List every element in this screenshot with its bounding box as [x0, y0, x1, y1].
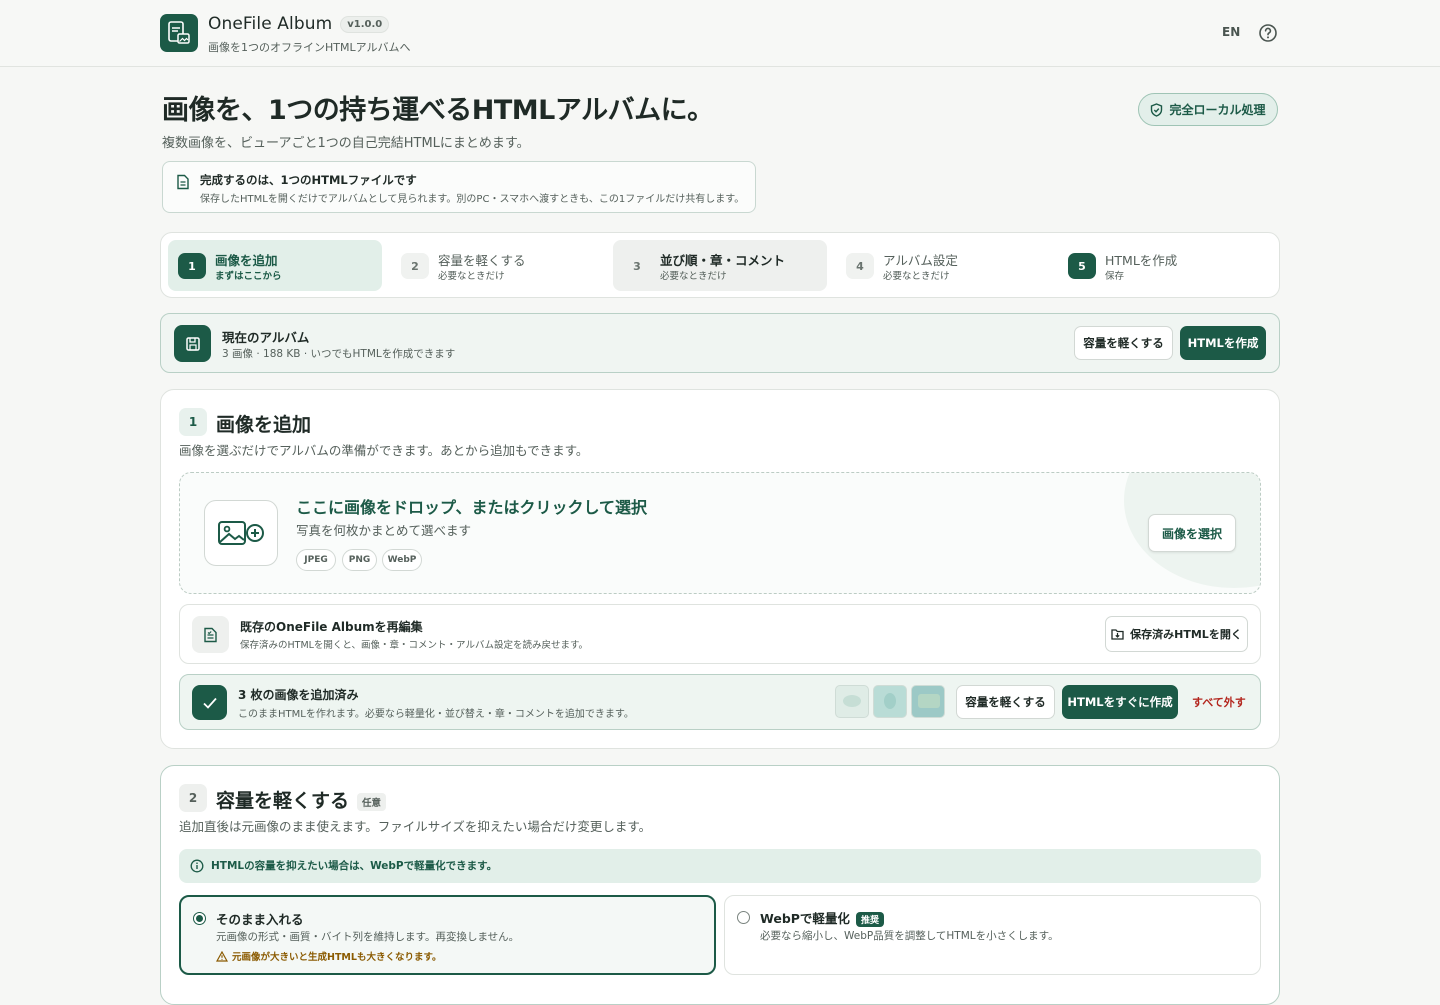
step-4-album-settings[interactable]: 4 アルバム設定 必要なときだけ: [836, 240, 1050, 291]
step-title: HTMLを作成: [1105, 253, 1178, 268]
current-album-bar: 現在のアルバム 3 画像 · 188 KB · いつでもHTMLを作成できます …: [160, 313, 1280, 373]
step-subtitle: まずはここから: [215, 271, 282, 282]
option-keep-original[interactable]: そのまま入れる 元画像の形式・画質・バイト列を維持します。再変換しません。 元画…: [179, 895, 716, 975]
step-1-add-images[interactable]: 1 画像を追加 まずはここから: [168, 240, 382, 291]
version-badge: v1.0.0: [340, 15, 390, 33]
page-subtitle: 複数画像を、ビューアごと1つの自己完結HTMLにまとめます。: [162, 136, 530, 151]
section-title: 画像を追加: [216, 414, 312, 436]
reedit-title: 既存のOneFile Albumを再編集: [240, 620, 423, 634]
step-5-create-html[interactable]: 5 HTMLを作成 保存: [1058, 240, 1272, 291]
local-processing-badge: 完全ローカル処理: [1138, 93, 1278, 126]
image-thumbnail[interactable]: [835, 685, 869, 718]
section-number: 2: [179, 784, 207, 812]
step-title: 容量を軽くする: [438, 253, 526, 268]
step-title: 並び順・章・コメント: [660, 253, 786, 268]
webp-info-banner: HTMLの容量を抑えたい場合は、WebPで軽量化できます。: [179, 849, 1261, 883]
option-title-row: WebPで軽量化 推奨: [760, 908, 884, 927]
section-subtitle: 追加直後は元画像のまま使えます。ファイルサイズを抑えたい場合だけ変更します。: [179, 819, 652, 834]
image-thumbnail[interactable]: [873, 685, 907, 718]
section-reduce-size: 2 容量を軽くする 任意 追加直後は元画像のまま使えます。ファイルサイズを抑えたい…: [160, 765, 1280, 1005]
webp-radio[interactable]: [737, 911, 750, 924]
warning-text: 元画像が大きいと生成HTMLも大きくなります。: [232, 952, 442, 963]
step-subtitle: 保存: [1105, 271, 1125, 282]
brand[interactable]: OneFile Album v1.0.0 画像を1つのオフラインHTMLアルバム…: [160, 14, 411, 55]
step-number: 1: [178, 253, 206, 279]
step-title: 画像を追加: [215, 253, 278, 268]
option-title: そのまま入れる: [216, 912, 304, 927]
section-title-row: 容量を軽くする 任意: [216, 786, 387, 813]
image-drop-zone[interactable]: ここに画像をドロップ、またはクリックして選択 写真を何枚かまとめて選べます JP…: [179, 472, 1261, 594]
step-number: 4: [846, 253, 874, 279]
shield-check-icon: [1151, 102, 1163, 117]
section-title: 容量を軽くする: [216, 790, 350, 812]
optional-badge: 任意: [357, 792, 387, 811]
format-chip-webp: WebP: [382, 549, 422, 571]
image-thumbnail[interactable]: [911, 685, 945, 718]
open-saved-html-button[interactable]: 保存済みHTMLを開く: [1105, 616, 1248, 652]
step-title: アルバム設定: [883, 253, 958, 268]
check-icon: [192, 685, 227, 720]
option-webp-compress[interactable]: WebPで軽量化 推奨 必要なら縮小し、WebP品質を調整してHTMLを小さくしま…: [724, 895, 1261, 975]
added-subtitle: このままHTMLを作れます。必要なら軽量化・並び替え・章・コメントを追加できます…: [238, 709, 634, 720]
step-subtitle: 必要なときだけ: [660, 271, 727, 282]
reedit-existing-album-card: 既存のOneFile Albumを再編集 保存済みのHTMLを開くと、画像・章・…: [179, 604, 1261, 664]
info-text: HTMLの容量を抑えたい場合は、WebPで軽量化できます。: [211, 860, 498, 872]
drop-zone-subtitle: 写真を何枚かまとめて選べます: [296, 523, 472, 538]
section-subtitle: 画像を選ぶだけでアルバムの準備ができます。あとから追加もできます。: [179, 443, 589, 458]
language-toggle[interactable]: EN: [1222, 25, 1240, 39]
album-save-icon: [174, 325, 211, 362]
app-tagline: 画像を1つのオフラインHTMLアルバムへ: [208, 41, 411, 54]
format-chip-jpeg: JPEG: [296, 549, 336, 571]
option-subtitle: 元画像の形式・画質・バイト列を維持します。再変換しません。: [216, 931, 520, 943]
step-number: 2: [401, 253, 429, 279]
drop-zone-title: ここに画像をドロップ、またはクリックして選択: [296, 498, 648, 517]
option-warning: 元画像が大きいと生成HTMLも大きくなります。: [216, 949, 442, 963]
single-file-notice: 完成するのは、1つのHTMLファイルです 保存したHTMLを開くだけでアルバムと…: [162, 161, 756, 213]
document-edit-icon: [192, 616, 229, 653]
keep-original-radio[interactable]: [193, 912, 206, 925]
step-number: 3: [633, 259, 641, 273]
section-add-images: 1 画像を追加 画像を選ぶだけでアルバムの準備ができます。あとから追加もできます…: [160, 389, 1280, 749]
create-html-now-button[interactable]: HTMLをすぐに作成: [1062, 685, 1178, 719]
added-count-title: 3 枚の画像を追加済み: [238, 688, 359, 702]
app-name: OneFile Album: [208, 14, 333, 34]
recommended-badge: 推奨: [855, 912, 884, 927]
section-number: 1: [179, 408, 207, 436]
reedit-subtitle: 保存済みのHTMLを開くと、画像・章・コメント・アルバム設定を読み戻せます。: [240, 640, 589, 651]
image-add-icon: [204, 500, 278, 566]
step-subtitle: 必要なときだけ: [883, 271, 950, 282]
local-badge-label: 完全ローカル処理: [1169, 103, 1266, 117]
step-number: 5: [1068, 253, 1096, 279]
create-html-button[interactable]: HTMLを作成: [1180, 326, 1266, 360]
step-subtitle: 必要なときだけ: [438, 271, 505, 282]
option-subtitle: 必要なら縮小し、WebP品質を調整してHTMLを小さくします。: [760, 930, 1059, 942]
album-status: 3 画像 · 188 KB · いつでもHTMLを作成できます: [222, 348, 456, 360]
open-saved-html-label: 保存済みHTMLを開く: [1130, 628, 1242, 641]
lighten-size-button-secondary[interactable]: 容量を軽くする: [956, 685, 1055, 719]
images-added-bar: 3 枚の画像を追加済み このままHTMLを作れます。必要なら軽量化・並び替え・章…: [179, 674, 1261, 730]
info-icon: [190, 859, 204, 873]
help-icon[interactable]: [1258, 23, 1278, 43]
top-bar: OneFile Album v1.0.0 画像を1つのオフラインHTMLアルバム…: [0, 0, 1440, 67]
step-2-reduce-size[interactable]: 2 容量を軽くする 必要なときだけ: [391, 240, 605, 291]
format-chip-png: PNG: [342, 549, 377, 571]
select-images-button[interactable]: 画像を選択: [1148, 514, 1236, 552]
notice-text: 保存したHTMLを開くだけでアルバムとして見られます。別のPC・スマホへ渡すとき…: [200, 194, 745, 205]
document-icon: [177, 174, 189, 190]
folder-import-icon: [1111, 629, 1124, 640]
lighten-size-button[interactable]: 容量を軽くする: [1074, 326, 1173, 360]
app-logo-icon: [160, 14, 198, 52]
option-title: WebPで軽量化: [760, 911, 850, 926]
step-navigation: 1 画像を追加 まずはここから 2 容量を軽くする 必要なときだけ 3 並び順・…: [160, 232, 1280, 298]
step-3-order-chapters-comments[interactable]: 3 並び順・章・コメント 必要なときだけ: [613, 240, 827, 291]
album-title: 現在のアルバム: [222, 330, 310, 345]
notice-title: 完成するのは、1つのHTMLファイルです: [200, 173, 417, 187]
remove-all-link[interactable]: すべて外す: [1192, 694, 1246, 710]
page-title: 画像を、1つの持ち運べるHTMLアルバムに。: [162, 95, 714, 126]
